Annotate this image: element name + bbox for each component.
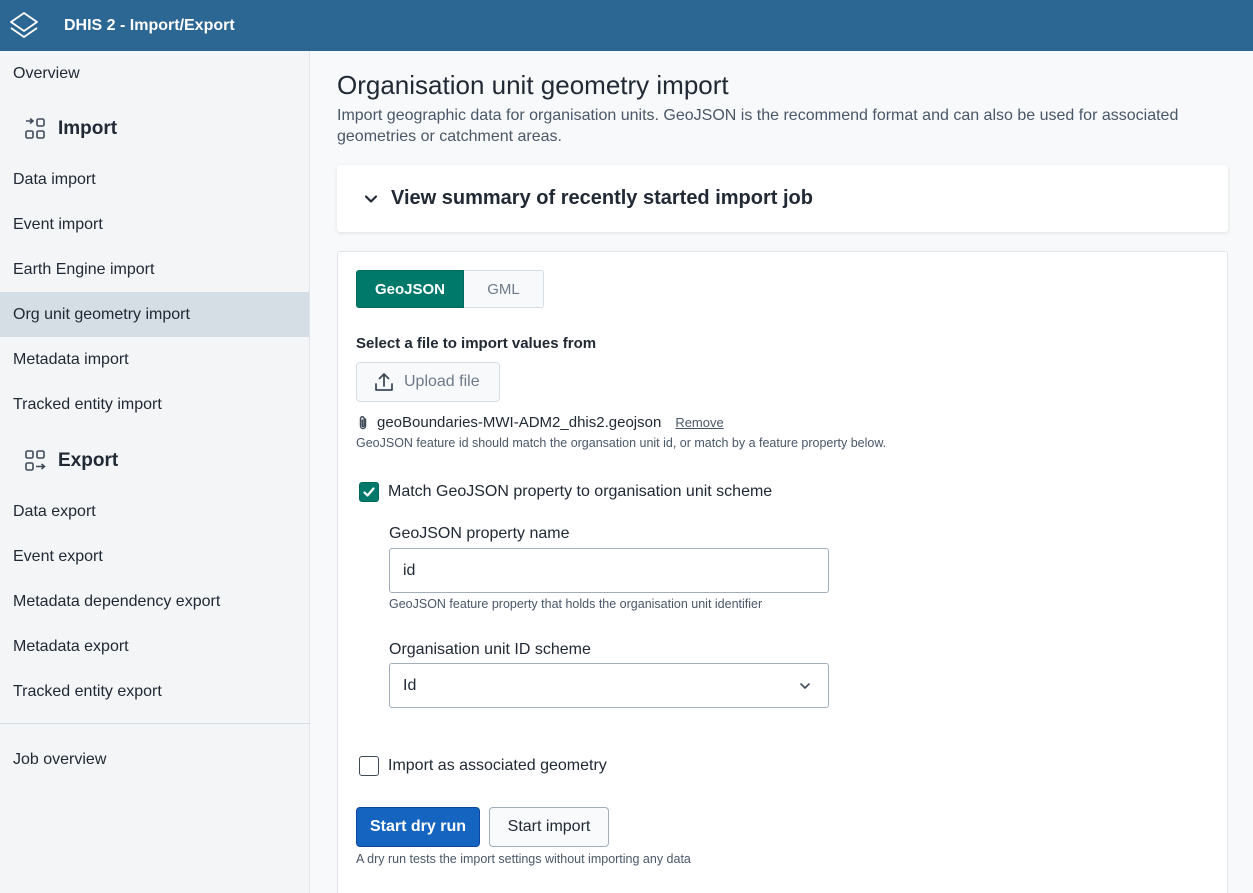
sidebar-section-import: Import xyxy=(0,106,309,151)
upload-file-label: Upload file xyxy=(404,373,480,390)
sidebar-item-tracked-entity-export[interactable]: Tracked entity export xyxy=(0,669,309,714)
sidebar-item-metadata-export[interactable]: Metadata export xyxy=(0,624,309,669)
checkbox-checked-icon[interactable] xyxy=(359,482,379,502)
dry-run-help-text: A dry run tests the import settings with… xyxy=(356,852,691,866)
format-segmented-control: GeoJSON GML xyxy=(356,270,544,308)
upload-file-button[interactable]: Upload file xyxy=(356,362,500,402)
sidebar-divider xyxy=(0,723,309,724)
start-import-button[interactable]: Start import xyxy=(489,807,609,847)
main-content: Organisation unit geometry import Import… xyxy=(310,51,1253,893)
sidebar-item-event-import[interactable]: Event import xyxy=(0,202,309,247)
sidebar-section-export-label: Export xyxy=(58,449,119,471)
page-title: Organisation unit geometry import xyxy=(337,70,729,100)
sidebar-section-export: Export xyxy=(0,438,309,483)
sidebar-item-overview[interactable]: Overview xyxy=(0,51,309,96)
export-icon xyxy=(24,449,46,472)
start-dry-run-button[interactable]: Start dry run xyxy=(356,807,480,847)
selected-file-name: geoBoundaries-MWI-ADM2_dhis2.geojson xyxy=(377,414,662,431)
sidebar-section-import-label: Import xyxy=(58,117,118,139)
sidebar-item-tracked-entity-import[interactable]: Tracked entity import xyxy=(0,382,309,427)
tab-geojson[interactable]: GeoJSON xyxy=(356,270,464,308)
associated-geometry-label: Import as associated geometry xyxy=(388,757,607,774)
sidebar-item-job-overview[interactable]: Job overview xyxy=(0,737,309,782)
property-name-label: GeoJSON property name xyxy=(389,525,570,542)
sidebar-item-data-import[interactable]: Data import xyxy=(0,157,309,202)
job-summary-toggle[interactable]: View summary of recently started import … xyxy=(337,165,1228,232)
page-description: Import geographic data for organisation … xyxy=(337,107,1179,145)
chevron-down-icon xyxy=(363,191,379,207)
match-property-checkbox[interactable]: Match GeoJSON property to organisation u… xyxy=(359,482,772,502)
top-header-bar: DHIS 2 - Import/Export xyxy=(0,0,1253,51)
sidebar-item-metadata-dependency-export[interactable]: Metadata dependency export xyxy=(0,579,309,624)
property-name-help: GeoJSON feature property that holds the … xyxy=(389,597,763,611)
sidebar-item-org-unit-geometry-import[interactable]: Org unit geometry import xyxy=(0,292,309,337)
app-title: DHIS 2 - Import/Export xyxy=(64,16,235,34)
sidebar-item-data-export[interactable]: Data export xyxy=(0,489,309,534)
sidebar-item-metadata-import[interactable]: Metadata import xyxy=(0,337,309,382)
import-icon xyxy=(24,117,46,140)
upload-icon xyxy=(373,371,395,393)
file-section-label: Select a file to import values from xyxy=(356,335,597,352)
id-scheme-selected-value: Id xyxy=(403,676,417,694)
property-name-input[interactable] xyxy=(389,548,829,593)
file-help-text: GeoJSON feature id should match the orga… xyxy=(356,436,887,450)
chevron-down-icon xyxy=(798,679,812,693)
sidebar-item-earth-engine-import[interactable]: Earth Engine import xyxy=(0,247,309,292)
sidebar-item-event-export[interactable]: Event export xyxy=(0,534,309,579)
sidebar: Overview Import Data import Event import… xyxy=(0,51,310,893)
id-scheme-select[interactable]: Id xyxy=(389,663,829,708)
associated-geometry-checkbox[interactable]: Import as associated geometry xyxy=(359,756,607,776)
id-scheme-label: Organisation unit ID scheme xyxy=(389,641,591,658)
selected-file-row: geoBoundaries-MWI-ADM2_dhis2.geojson Rem… xyxy=(356,414,724,431)
remove-file-link[interactable]: Remove xyxy=(675,415,723,430)
tab-gml[interactable]: GML xyxy=(464,270,544,308)
dhis2-logo-icon[interactable] xyxy=(2,4,46,48)
match-property-label: Match GeoJSON property to organisation u… xyxy=(388,483,773,500)
checkbox-unchecked-icon[interactable] xyxy=(359,756,379,776)
paperclip-icon xyxy=(356,415,370,431)
import-form-card: GeoJSON GML Select a file to import valu… xyxy=(337,251,1228,893)
job-summary-title: View summary of recently started import … xyxy=(391,187,813,209)
